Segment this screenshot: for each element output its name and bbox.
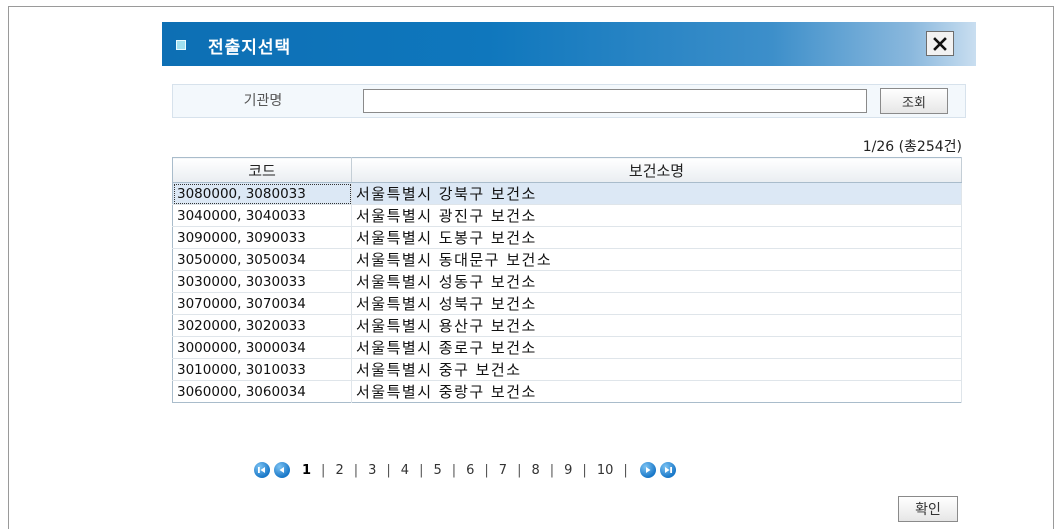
- table-row[interactable]: 3030000, 3030033 서울특별시 성동구 보건소: [172, 270, 962, 293]
- cell-health-center-name[interactable]: 서울특별시 광진구 보건소: [351, 204, 962, 227]
- cell-health-center-name[interactable]: 서울특별시 성동구 보건소: [351, 270, 962, 293]
- health-center-table: 코드 보건소명 3080000, 3080033 서울특별시 강북구 보건소 304…: [172, 157, 962, 403]
- page-link-7[interactable]: 7: [497, 463, 509, 478]
- table-row[interactable]: 3060000, 3060034 서울특별시 중랑구 보건소: [172, 380, 962, 403]
- page-link-8[interactable]: 8: [529, 463, 541, 478]
- cell-code[interactable]: 3060000, 3060034: [172, 380, 352, 403]
- table-row[interactable]: 3000000, 3000034 서울특별시 종로구 보건소: [172, 336, 962, 359]
- page-separator: |: [517, 462, 522, 478]
- page-links: 1 | 2 | 3 | 4 | 5 | 6 | 7 | 8 | 9 | 10 |: [300, 463, 636, 478]
- select-destination-dialog: 전출지선택 기관명 조회 1/26 (총254건) 코드 보건소명 308000…: [162, 22, 976, 529]
- cell-health-center-name[interactable]: 서울특별시 동대문구 보건소: [351, 248, 962, 271]
- cell-health-center-name[interactable]: 서울특별시 종로구 보건소: [351, 336, 962, 359]
- page-link-4[interactable]: 4: [399, 463, 411, 478]
- table-row[interactable]: 3040000, 3040033 서울특별시 광진구 보건소: [172, 204, 962, 227]
- table-row[interactable]: 3080000, 3080033 서울특별시 강북구 보건소: [172, 182, 962, 205]
- last-page-icon[interactable]: [659, 462, 676, 478]
- cell-code[interactable]: 3040000, 3040033: [172, 204, 352, 227]
- page-link-1[interactable]: 1: [300, 463, 313, 478]
- pagination: 1 | 2 | 3 | 4 | 5 | 6 | 7 | 8 | 9 | 10 |: [252, 460, 678, 480]
- page-count-info: 1/26 (총254건): [862, 139, 962, 155]
- cell-health-center-name[interactable]: 서울특별시 강북구 보건소: [351, 182, 962, 205]
- cell-code[interactable]: 3030000, 3030033: [172, 270, 352, 293]
- table-header-row: 코드 보건소명: [172, 157, 962, 183]
- page-separator: |: [484, 462, 489, 478]
- cell-code[interactable]: 3010000, 3010033: [172, 358, 352, 381]
- title-bullet-icon: [176, 40, 186, 50]
- cell-code[interactable]: 3050000, 3050034: [172, 248, 352, 271]
- cell-health-center-name[interactable]: 서울특별시 중랑구 보건소: [351, 380, 962, 403]
- prev-page-icon[interactable]: [274, 462, 290, 478]
- confirm-button[interactable]: 확인: [898, 496, 958, 522]
- table-row[interactable]: 3070000, 3070034 서울특별시 성북구 보건소: [172, 292, 962, 315]
- institution-name-label: 기관명: [243, 93, 283, 109]
- page-separator: |: [353, 462, 359, 478]
- column-header-code[interactable]: 코드: [172, 157, 352, 183]
- search-button[interactable]: 조회: [880, 88, 948, 114]
- table-row[interactable]: 3090000, 3090033 서울특별시 도봉구 보건소: [172, 226, 962, 249]
- close-button[interactable]: [926, 31, 954, 56]
- page-separator: |: [321, 462, 326, 478]
- page-separator: |: [386, 462, 391, 478]
- page-separator: |: [623, 462, 628, 478]
- page-link-2[interactable]: 2: [333, 463, 345, 478]
- first-page-icon[interactable]: [254, 462, 270, 478]
- cell-code[interactable]: 3000000, 3000034: [172, 336, 352, 359]
- page-link-10[interactable]: 10: [595, 463, 616, 478]
- page-separator: |: [549, 462, 555, 478]
- cell-health-center-name[interactable]: 서울특별시 중구 보건소: [351, 358, 962, 381]
- table-row[interactable]: 3020000, 3020033 서울특별시 용산구 보건소: [172, 314, 962, 337]
- page-link-9[interactable]: 9: [562, 463, 574, 478]
- cell-code[interactable]: 3090000, 3090033: [172, 226, 352, 249]
- column-header-name[interactable]: 보건소명: [351, 157, 962, 183]
- next-page-icon[interactable]: [639, 462, 656, 478]
- page-link-5[interactable]: 5: [431, 463, 443, 478]
- search-row: 기관명 조회: [172, 84, 966, 118]
- close-icon: [933, 36, 947, 51]
- cell-code[interactable]: 3020000, 3020033: [172, 314, 352, 337]
- page-link-6[interactable]: 6: [464, 463, 476, 478]
- page-separator: |: [582, 462, 587, 478]
- dialog-titlebar: 전출지선택: [162, 22, 976, 66]
- cell-health-center-name[interactable]: 서울특별시 도봉구 보건소: [351, 226, 962, 249]
- page-separator: |: [451, 462, 457, 478]
- table-row[interactable]: 3050000, 3050034 서울특별시 동대문구 보건소: [172, 248, 962, 271]
- cell-health-center-name[interactable]: 서울특별시 성북구 보건소: [351, 292, 962, 315]
- institution-name-input[interactable]: [363, 89, 867, 113]
- page-link-3[interactable]: 3: [366, 463, 378, 478]
- page-separator: |: [419, 462, 424, 478]
- table-row[interactable]: 3010000, 3010033 서울특별시 중구 보건소: [172, 358, 962, 381]
- cell-code[interactable]: 3070000, 3070034: [172, 292, 352, 315]
- cell-code[interactable]: 3080000, 3080033: [172, 182, 352, 205]
- cell-health-center-name[interactable]: 서울특별시 용산구 보건소: [351, 314, 962, 337]
- dialog-title: 전출지선택: [208, 38, 292, 58]
